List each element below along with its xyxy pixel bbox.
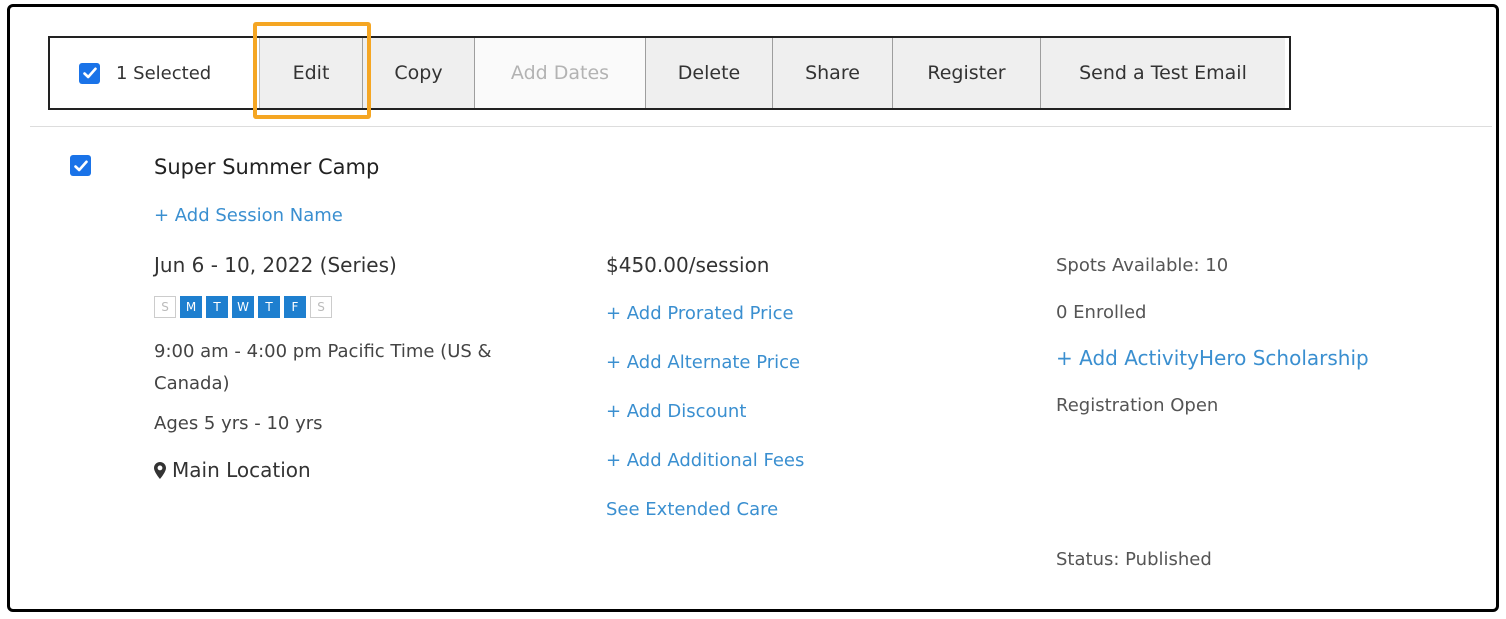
send-test-email-button[interactable]: Send a Test Email xyxy=(1041,38,1285,108)
session-checkbox[interactable] xyxy=(70,155,91,176)
copy-button[interactable]: Copy xyxy=(363,38,475,108)
see-extended-care-link[interactable]: See Extended Care xyxy=(606,499,1026,525)
enrolled-count: 0 Enrolled xyxy=(1056,302,1147,323)
location-name: Main Location xyxy=(172,458,311,482)
publish-status: Status: Published xyxy=(1056,549,1212,570)
session-time: 9:00 am - 4:00 pm Pacific Time (US & Can… xyxy=(154,341,492,394)
register-button[interactable]: Register xyxy=(893,38,1041,108)
map-marker-icon xyxy=(154,461,166,479)
day-friday: F xyxy=(284,296,306,318)
bulk-action-toolbar: 1 Selected Edit Copy Add Dates Delete Sh… xyxy=(48,36,1291,110)
day-thursday: T xyxy=(258,296,280,318)
day-wednesday: W xyxy=(232,296,254,318)
session-title: Super Summer Camp xyxy=(154,155,380,179)
add-additional-fees-link[interactable]: + Add Additional Fees xyxy=(606,450,1026,476)
weekday-indicators: S M T W T F S xyxy=(154,296,554,318)
location: Main Location xyxy=(154,458,554,482)
add-scholarship-link[interactable]: + Add ActivityHero Scholarship xyxy=(1056,346,1486,370)
day-tuesday: T xyxy=(206,296,228,318)
spots-available: Spots Available: 10 xyxy=(1056,255,1229,276)
selected-count: 1 Selected xyxy=(116,62,212,84)
edit-button[interactable]: Edit xyxy=(260,38,363,108)
selection-summary: 1 Selected xyxy=(50,38,260,108)
session-panel: 1 Selected Edit Copy Add Dates Delete Sh… xyxy=(7,4,1499,612)
schedule-column: Jun 6 - 10, 2022 (Series) S M T W T F S … xyxy=(154,253,554,482)
pricing-column: $450.00/session + Add Prorated Price + A… xyxy=(606,253,1026,525)
registration-status: Registration Open xyxy=(1056,395,1219,416)
age-range: Ages 5 yrs - 10 yrs xyxy=(154,413,323,434)
session-dates: Jun 6 - 10, 2022 (Series) xyxy=(154,253,397,277)
check-icon xyxy=(73,160,88,171)
add-prorated-price-link[interactable]: + Add Prorated Price xyxy=(606,303,1026,329)
day-saturday: S xyxy=(310,296,332,318)
day-sunday: S xyxy=(154,296,176,318)
delete-button[interactable]: Delete xyxy=(646,38,773,108)
divider xyxy=(30,126,1492,127)
add-discount-link[interactable]: + Add Discount xyxy=(606,401,1026,427)
select-all-checkbox[interactable] xyxy=(79,62,100,84)
add-alternate-price-link[interactable]: + Add Alternate Price xyxy=(606,352,1026,378)
add-dates-button[interactable]: Add Dates xyxy=(475,38,646,108)
check-icon xyxy=(82,67,97,79)
session-price: $450.00/session xyxy=(606,253,770,277)
day-monday: M xyxy=(180,296,202,318)
enrollment-column: Spots Available: 10 0 Enrolled + Add Act… xyxy=(1056,253,1486,416)
add-session-name-link[interactable]: + Add Session Name xyxy=(154,205,343,226)
share-button[interactable]: Share xyxy=(773,38,893,108)
